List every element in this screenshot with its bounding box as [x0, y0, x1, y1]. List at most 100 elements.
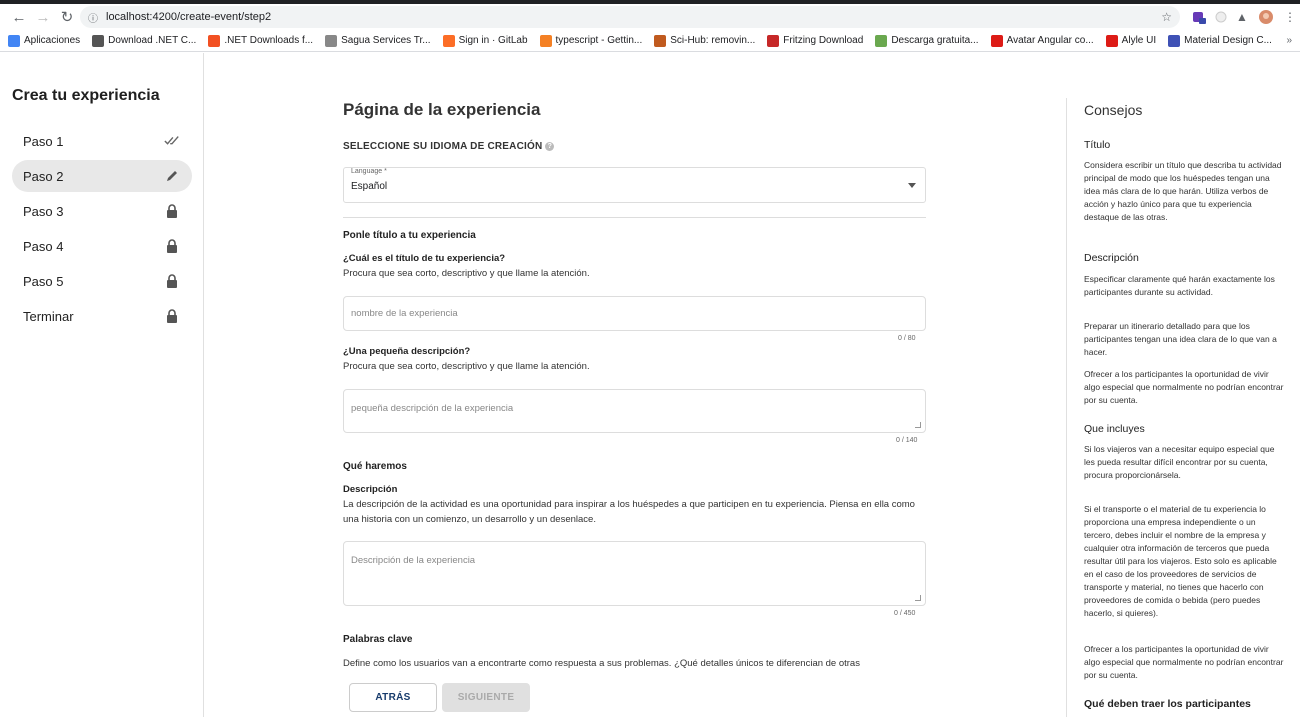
steps-sidebar: Crea tu experiencia Paso 1 Paso 2 Paso 3 Pa… [0, 53, 204, 717]
bookmark-label: Download .NET C... [108, 35, 197, 46]
bookmark-favicon-icon [990, 34, 1003, 47]
step-label: Paso 4 [23, 238, 64, 254]
bookmark-item[interactable]: Sagua Services Tr... [325, 34, 431, 47]
step-label: Paso 5 [23, 273, 64, 289]
forward-arrow-icon[interactable]: → [32, 6, 54, 28]
experience-name-input[interactable] [344, 297, 925, 330]
bookmark-item[interactable]: Aplicaciones [8, 34, 81, 47]
more-bookmarks-button[interactable]: » [1286, 35, 1292, 46]
title-question: ¿Cuál es el título de tu experiencia? [343, 253, 506, 264]
bookmark-label: Aplicaciones [24, 35, 81, 46]
divider [343, 217, 926, 218]
step-label: Paso 1 [23, 133, 64, 149]
short-description-field[interactable] [343, 389, 926, 433]
what-section-heading: Qué haremos [343, 461, 407, 472]
language-select-label: Language * [351, 168, 387, 175]
back-button[interactable]: ATRÁS [349, 683, 437, 712]
bookmark-favicon-icon [208, 34, 221, 47]
sidebar-step-2[interactable]: Paso 2 [12, 160, 192, 192]
bookmark-item[interactable]: Material Design C... [1168, 34, 1272, 47]
reload-icon[interactable]: ↻ [56, 6, 78, 28]
lock-icon [164, 203, 180, 219]
extension-badge-icon[interactable] [1192, 10, 1206, 24]
site-info-icon[interactable]: ⓘ [88, 10, 98, 25]
keywords-hint: Define como los usuarios van a encontrar… [343, 658, 860, 669]
bookmark-favicon-icon [875, 34, 888, 47]
sidebar-step-6[interactable]: Terminar [12, 300, 192, 332]
short-desc-question: ¿Una pequeña descripción? [343, 346, 471, 357]
bookmark-label: Material Design C... [1184, 35, 1272, 46]
bookmark-favicon-icon [654, 34, 667, 47]
keywords-heading: Palabras clave [343, 634, 413, 645]
tip-paragraph: Preparar un itinerario detallado para qu… [1084, 321, 1277, 357]
sidebar-step-5[interactable]: Paso 5 [12, 265, 192, 297]
short-desc-char-counter: 0 / 140 [896, 437, 918, 444]
bookmark-item[interactable]: Descarga gratuita... [875, 34, 979, 47]
title-section-heading: Ponle título a tu experiencia [343, 230, 476, 241]
bookmark-item[interactable]: Download .NET C... [92, 34, 197, 47]
experience-name-field[interactable] [343, 296, 926, 331]
sidebar-step-4[interactable]: Paso 4 [12, 230, 192, 262]
language-select-value: Español [351, 181, 388, 192]
bookmark-label: Avatar Angular co... [1006, 35, 1094, 46]
tips-title: Consejos [1084, 102, 1143, 118]
bookmark-label: Sagua Services Tr... [341, 35, 431, 46]
bookmark-favicon-icon [442, 34, 455, 47]
address-bar[interactable]: ⓘ localhost:4200/create-event/step2 ☆ [80, 6, 1180, 28]
next-button[interactable]: SIGUIENTE [442, 683, 530, 712]
language-section-label: SELECCIONE SU IDIOMA DE CREACIÓN? [343, 141, 555, 152]
lock-icon [164, 238, 180, 254]
bookmark-star-icon[interactable]: ☆ [1161, 10, 1172, 24]
resize-handle-icon[interactable] [915, 595, 921, 601]
bookmark-item[interactable]: typescript - Gettin... [539, 34, 643, 47]
chevron-down-icon [908, 183, 916, 188]
extension-moon-icon[interactable] [1214, 10, 1228, 24]
description-subheading: Descripción [343, 484, 398, 495]
title-char-counter: 0 / 80 [898, 335, 916, 342]
step-label: Paso 2 [23, 168, 64, 184]
bookmark-item[interactable]: Sci-Hub: removin... [654, 34, 756, 47]
language-section-label-text: SELECCIONE SU IDIOMA DE CREACIÓN [343, 141, 543, 152]
description-char-counter: 0 / 450 [894, 610, 916, 617]
tip-heading: Qué deben traer los participantes [1084, 698, 1251, 710]
bookmark-item[interactable]: Fritzing Download [767, 34, 864, 47]
bookmark-label: typescript - Gettin... [555, 35, 643, 46]
bookmark-favicon-icon [767, 34, 780, 47]
sidebar-title: Crea tu experiencia [12, 87, 160, 104]
description-field[interactable] [343, 541, 926, 606]
profile-avatar[interactable] [1259, 10, 1273, 24]
title-hint: Procura que sea corto, descriptivo y que… [343, 268, 590, 279]
bookmark-item[interactable]: Avatar Angular co... [990, 34, 1094, 47]
resize-handle-icon[interactable] [915, 422, 921, 428]
bookmark-favicon-icon [92, 34, 105, 47]
tip-heading: Título [1084, 139, 1111, 151]
short-desc-hint: Procura que sea corto, descriptivo y que… [343, 361, 590, 372]
bookmark-favicon-icon [8, 34, 20, 47]
tips-panel: Consejos Título Considera escribir un tít… [1066, 98, 1300, 717]
sidebar-step-3[interactable]: Paso 3 [12, 195, 192, 227]
bookmark-item[interactable]: Alyle UI [1105, 34, 1156, 47]
tip-heading: Que incluyes [1084, 423, 1145, 435]
bookmark-label: Sign in · GitLab [458, 35, 528, 46]
lock-icon [164, 308, 180, 324]
help-icon[interactable]: ? [545, 142, 555, 151]
pencil-icon [164, 168, 180, 184]
page-title: Página de la experiencia [343, 100, 541, 119]
bookmark-label: Fritzing Download [783, 35, 864, 46]
bookmark-favicon-icon [539, 34, 552, 47]
short-description-textarea[interactable] [344, 390, 925, 432]
bookmark-label: .NET Downloads f... [224, 35, 314, 46]
sidebar-step-1[interactable]: Paso 1 [12, 125, 192, 157]
step-label: Terminar [23, 308, 74, 324]
bookmark-label: Sci-Hub: removin... [670, 35, 756, 46]
extensions-puzzle-icon[interactable]: ▲ [1236, 10, 1250, 24]
bookmark-item[interactable]: .NET Downloads f... [208, 34, 314, 47]
back-arrow-icon[interactable]: ← [8, 6, 30, 28]
double-check-icon [164, 133, 180, 149]
browser-menu-icon[interactable]: ⋮ [1284, 10, 1298, 24]
step-label: Paso 3 [23, 203, 64, 219]
tip-paragraph: Ofrecer a los participantes la oportunid… [1084, 369, 1284, 405]
description-textarea[interactable] [344, 542, 925, 605]
language-select[interactable]: Language * Español [343, 167, 926, 203]
bookmark-item[interactable]: Sign in · GitLab [442, 34, 528, 47]
